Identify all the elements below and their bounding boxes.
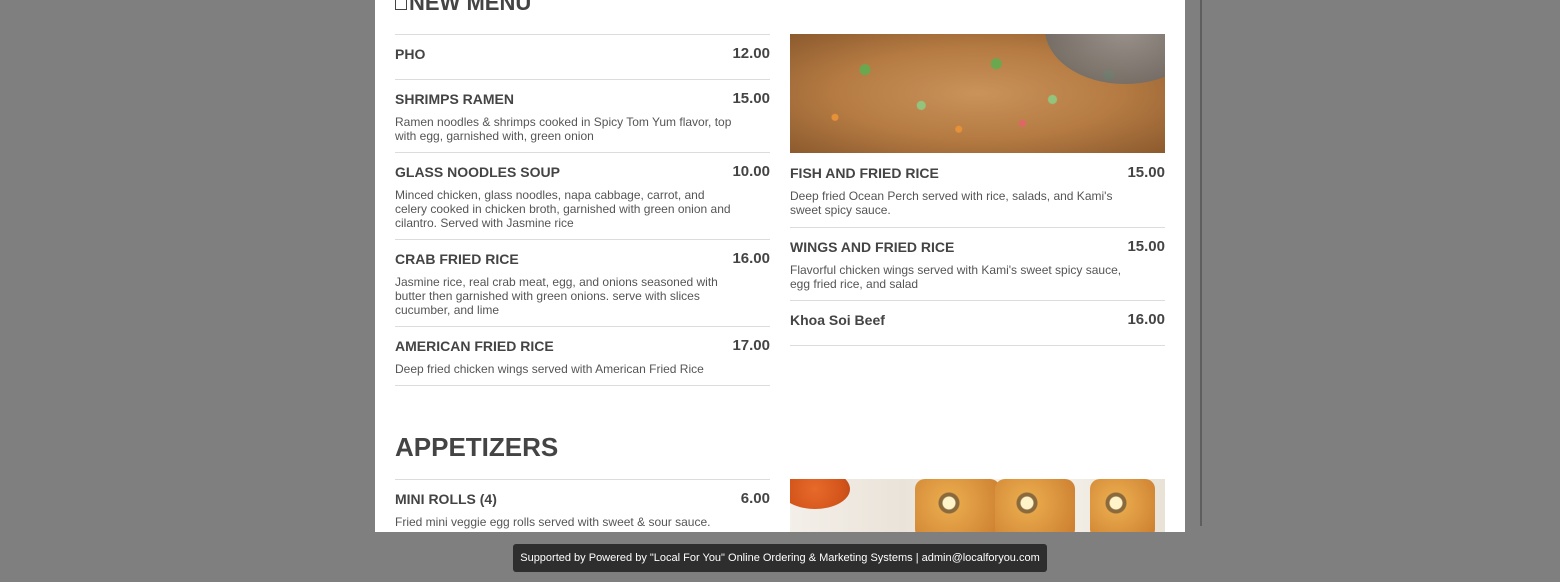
menu-item-american-fried-rice[interactable]: AMERICAN FRIED RICE 17.00 Deep fried chi… bbox=[395, 326, 770, 385]
menu-item-pho[interactable]: PHO 12.00 bbox=[395, 34, 770, 79]
menu-panel: NEW MENU PHO 12.00 SHRIMPS RAMEN 15.00 R… bbox=[375, 0, 1185, 532]
menu-item-fish-and-fried-rice[interactable]: FISH AND FRIED RICE 15.00 Deep fried Oce… bbox=[790, 154, 1165, 227]
menu-item-glass-noodles-soup[interactable]: GLASS NOODLES SOUP 10.00 Minced chicken,… bbox=[395, 152, 770, 239]
scroll-track-line bbox=[1200, 0, 1202, 526]
item-description: Flavorful chicken wings served with Kami… bbox=[790, 263, 1122, 291]
appetizers-heading: APPETIZERS bbox=[395, 432, 559, 462]
egg-roll bbox=[915, 479, 1000, 532]
item-name: MINI ROLLS (4) bbox=[395, 491, 497, 507]
item-price: 15.00 bbox=[1127, 164, 1165, 181]
menu-item-crab-fried-rice[interactable]: CRAB FRIED RICE 16.00 Jasmine rice, real… bbox=[395, 239, 770, 326]
divider bbox=[395, 385, 770, 386]
item-name: PHO bbox=[395, 46, 426, 62]
appetizers-left-column: MINI ROLLS (4) 6.00 Fried mini veggie eg… bbox=[395, 479, 770, 532]
item-price: 17.00 bbox=[732, 337, 770, 354]
egg-roll bbox=[995, 479, 1075, 532]
item-description: Deep fried Ocean Perch served with rice,… bbox=[790, 189, 1113, 217]
item-price: 12.00 bbox=[732, 45, 770, 62]
new-menu-left-column: PHO 12.00 SHRIMPS RAMEN 15.00 Ramen nood… bbox=[395, 34, 770, 386]
item-description: Jasmine rice, real crab meat, egg, and o… bbox=[395, 275, 718, 317]
dipping-sauce bbox=[790, 479, 850, 509]
item-name: Khoa Soi Beef bbox=[790, 312, 885, 328]
footer-text: Supported by Powered by "Local For You" … bbox=[520, 552, 1040, 564]
item-name: AMERICAN FRIED RICE bbox=[395, 338, 554, 354]
menu-item-shrimps-ramen[interactable]: SHRIMPS RAMEN 15.00 Ramen noodles & shri… bbox=[395, 79, 770, 152]
item-name: WINGS AND FRIED RICE bbox=[790, 239, 955, 255]
egg-rolls-photo bbox=[790, 479, 1165, 532]
item-description: Deep fried chicken wings served with Ame… bbox=[395, 362, 704, 376]
item-name: CRAB FRIED RICE bbox=[395, 251, 519, 267]
plate-rim bbox=[1045, 34, 1165, 84]
menu-item-khoa-soi-beef[interactable]: Khoa Soi Beef 16.00 bbox=[790, 300, 1165, 345]
item-price: 15.00 bbox=[1127, 238, 1165, 255]
item-price: 6.00 bbox=[740, 490, 770, 507]
fried-rice-photo bbox=[790, 34, 1165, 153]
item-description: Ramen noodles & shrimps cooked in Spicy … bbox=[395, 115, 732, 143]
item-description: Minced chicken, glass noodles, napa cabb… bbox=[395, 188, 731, 230]
menu-item-wings-and-fried-rice[interactable]: WINGS AND FRIED RICE 15.00 Flavorful chi… bbox=[790, 227, 1165, 300]
new-menu-right-column: FISH AND FRIED RICE 15.00 Deep fried Oce… bbox=[790, 154, 1165, 346]
egg-roll bbox=[1090, 479, 1155, 532]
item-price: 15.00 bbox=[732, 90, 770, 107]
item-description: Fried mini veggie egg rolls served with … bbox=[395, 515, 711, 529]
item-name: SHRIMPS RAMEN bbox=[395, 91, 515, 107]
menu-item-mini-rolls[interactable]: MINI ROLLS (4) 6.00 Fried mini veggie eg… bbox=[395, 479, 770, 532]
item-price: 16.00 bbox=[1127, 311, 1165, 328]
new-menu-title: NEW MENU bbox=[409, 0, 532, 15]
item-price: 10.00 bbox=[732, 163, 770, 180]
divider bbox=[790, 345, 1165, 346]
new-menu-heading: NEW MENU bbox=[395, 0, 531, 16]
missing-glyph-icon bbox=[395, 0, 407, 10]
powered-by-footer[interactable]: Supported by Powered by "Local For You" … bbox=[513, 544, 1047, 572]
item-name: FISH AND FRIED RICE bbox=[790, 165, 939, 181]
item-price: 16.00 bbox=[732, 250, 770, 267]
item-name: GLASS NOODLES SOUP bbox=[395, 164, 560, 180]
